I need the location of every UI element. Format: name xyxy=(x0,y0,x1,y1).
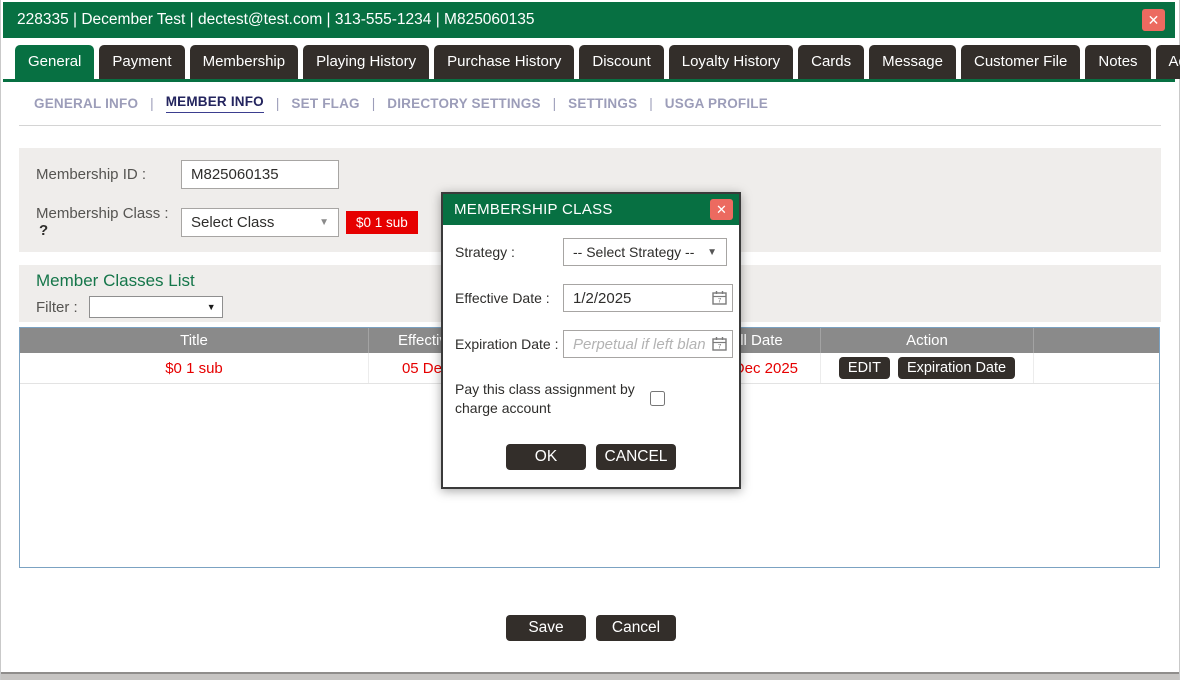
close-icon[interactable]: ✕ xyxy=(1142,9,1165,31)
customer-summary: 228335 | December Test | dectest@test.co… xyxy=(17,11,1142,29)
chevron-down-icon: ▼ xyxy=(319,217,329,228)
strategy-label: Strategy : xyxy=(455,244,563,260)
tab-discount[interactable]: Discount xyxy=(579,45,663,79)
customer-titlebar: 228335 | December Test | dectest@test.co… xyxy=(3,2,1175,38)
effective-date-label: Effective Date : xyxy=(455,290,563,306)
class-price-badge: $0 1 sub xyxy=(346,211,418,234)
tab-purchase-history[interactable]: Purchase History xyxy=(434,45,574,79)
expiration-date-button[interactable]: Expiration Date xyxy=(898,357,1015,379)
calendar-icon[interactable]: 7 xyxy=(712,336,727,351)
subnav-divider xyxy=(19,125,1161,126)
window-bottom-edge xyxy=(1,672,1179,680)
tab-general[interactable]: General xyxy=(15,45,94,79)
row-title: $0 1 sub xyxy=(20,353,369,383)
strategy-select[interactable]: -- Select Strategy -- ▼ xyxy=(563,238,727,266)
tab-addresses[interactable]: Addresses xyxy=(1156,45,1180,79)
svg-text:7: 7 xyxy=(718,298,722,305)
modal-header: MEMBERSHIP CLASS ✕ xyxy=(443,194,739,225)
membership-class-modal: MEMBERSHIP CLASS ✕ Strategy : -- Select … xyxy=(441,192,741,489)
subnav-separator: | xyxy=(649,96,653,111)
membership-id-label: Membership ID : xyxy=(36,166,181,183)
subnav-separator: | xyxy=(553,96,557,111)
cancel-button[interactable]: Cancel xyxy=(596,615,676,641)
membership-class-label-text: Membership Class : xyxy=(36,205,169,222)
filter-select[interactable]: ▼ xyxy=(89,296,223,318)
tab-membership[interactable]: Membership xyxy=(190,45,299,79)
subnav-member-info[interactable]: MEMBER INFO xyxy=(166,94,264,113)
subnav-general-info[interactable]: GENERAL INFO xyxy=(34,96,138,111)
membership-class-label: Membership Class : ? xyxy=(36,205,181,239)
row-action-cell: EDIT Expiration Date xyxy=(821,353,1034,383)
row-spacer-cell xyxy=(1034,353,1159,383)
column-action: Action xyxy=(821,328,1034,353)
tab-cards[interactable]: Cards xyxy=(798,45,864,79)
membership-id-input[interactable] xyxy=(181,160,339,189)
column-spacer xyxy=(1034,328,1159,353)
edit-button[interactable]: EDIT xyxy=(839,357,890,379)
tab-notes[interactable]: Notes xyxy=(1085,45,1150,79)
subnav-separator: | xyxy=(276,96,280,111)
chevron-down-icon: ▼ xyxy=(207,302,216,312)
help-question-icon[interactable]: ? xyxy=(39,222,48,239)
expiration-date-input[interactable] xyxy=(563,330,733,358)
subnav-separator: | xyxy=(150,96,154,111)
general-subnav: GENERAL INFO | MEMBER INFO | SET FLAG | … xyxy=(34,93,768,113)
active-tab-underline xyxy=(3,79,1175,82)
tab-loyalty-history[interactable]: Loyalty History xyxy=(669,45,793,79)
main-tab-bar: General Payment Membership Playing Histo… xyxy=(15,44,1171,79)
modal-close-icon[interactable]: ✕ xyxy=(710,199,733,220)
modal-cancel-button[interactable]: CANCEL xyxy=(596,444,676,470)
charge-account-checkbox[interactable] xyxy=(650,391,665,406)
subnav-settings[interactable]: SETTINGS xyxy=(568,96,637,111)
tab-customer-file[interactable]: Customer File xyxy=(961,45,1080,79)
column-title: Title xyxy=(20,328,369,353)
chevron-down-icon: ▼ xyxy=(707,247,717,258)
filter-label: Filter : xyxy=(36,299,78,316)
membership-class-selected-value: Select Class xyxy=(191,214,319,231)
svg-text:7: 7 xyxy=(718,344,722,351)
tab-playing-history[interactable]: Playing History xyxy=(303,45,429,79)
tab-payment[interactable]: Payment xyxy=(99,45,184,79)
expiration-date-label: Expiration Date : xyxy=(455,336,563,352)
charge-account-label: Pay this class assignment by charge acco… xyxy=(455,380,640,418)
subnav-directory-settings[interactable]: DIRECTORY SETTINGS xyxy=(387,96,540,111)
strategy-selected-value: -- Select Strategy -- xyxy=(573,244,707,260)
subnav-usga-profile[interactable]: USGA PROFILE xyxy=(665,96,768,111)
modal-title: MEMBERSHIP CLASS xyxy=(454,201,710,218)
effective-date-input[interactable] xyxy=(563,284,733,312)
save-button[interactable]: Save xyxy=(506,615,586,641)
subnav-separator: | xyxy=(372,96,376,111)
footer-actions: Save Cancel xyxy=(1,615,1180,641)
tab-message[interactable]: Message xyxy=(869,45,956,79)
member-classes-heading: Member Classes List xyxy=(36,271,195,291)
modal-ok-button[interactable]: OK xyxy=(506,444,586,470)
subnav-set-flag[interactable]: SET FLAG xyxy=(291,96,359,111)
membership-class-select[interactable]: Select Class ▼ xyxy=(181,208,339,237)
calendar-icon[interactable]: 7 xyxy=(712,290,727,305)
